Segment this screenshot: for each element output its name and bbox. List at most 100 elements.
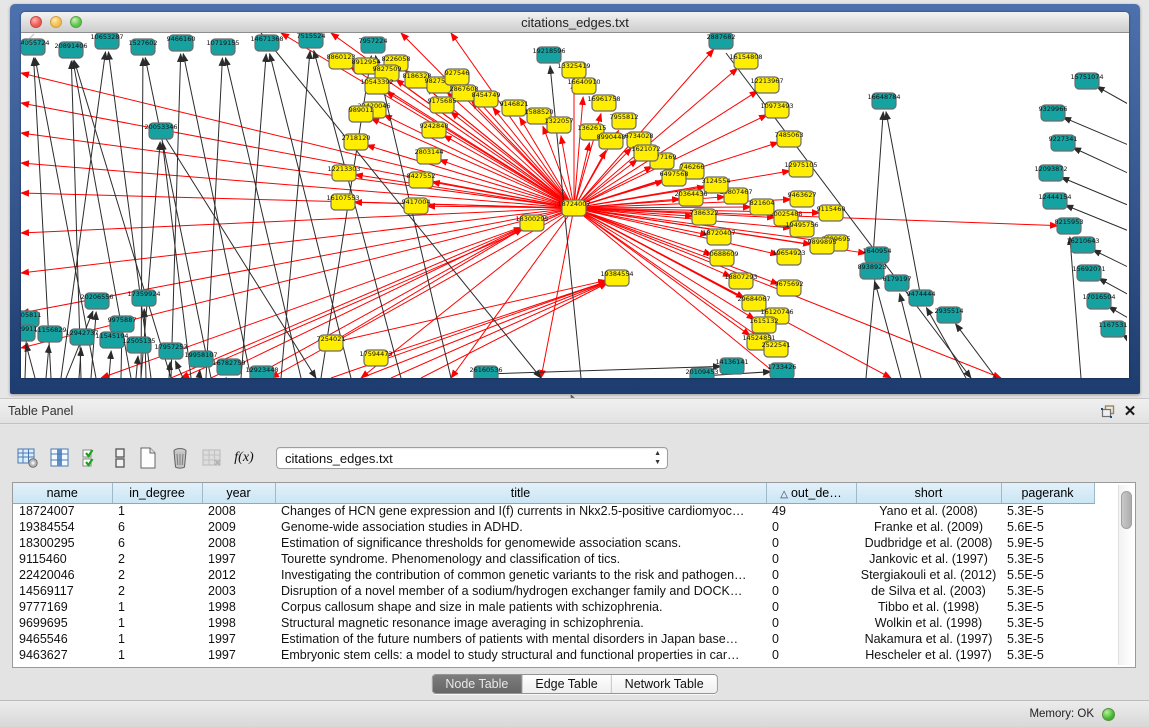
table-scrollbar[interactable] xyxy=(1118,485,1133,665)
graph-node[interactable]: 1615132 xyxy=(750,317,779,333)
graph-node[interactable]: 12505135 xyxy=(122,337,155,353)
graph-edge[interactable] xyxy=(171,54,181,378)
graph-node[interactable]: 1322057 xyxy=(545,117,574,133)
graph-node[interactable]: 1733426 xyxy=(768,363,797,378)
graph-node[interactable]: 20206556 xyxy=(80,293,113,309)
table-row[interactable]: 911546021997Tourette syndrome. Phenomeno… xyxy=(13,551,1094,567)
table-row[interactable]: 1938455462009Genome-wide association stu… xyxy=(13,519,1094,535)
graph-node[interactable]: 3919911 xyxy=(21,325,37,341)
graph-edge[interactable] xyxy=(206,58,222,378)
graph-node[interactable]: 7957224 xyxy=(359,37,388,53)
column-header-title[interactable]: title xyxy=(275,483,766,503)
graph-node[interactable]: 9975887 xyxy=(108,316,137,332)
citation-graph[interactable]: 1872400714055724208914061065328715276029… xyxy=(21,33,1127,378)
table-mode-button[interactable] xyxy=(110,445,130,471)
graph-node[interactable]: 16648784 xyxy=(867,93,900,109)
graph-node[interactable]: 12975105 xyxy=(784,161,817,177)
graph-node[interactable]: 20891406 xyxy=(54,42,87,58)
graph-node[interactable]: 12213967 xyxy=(750,77,783,93)
graph-node[interactable]: 18720407 xyxy=(702,229,735,245)
graph-node[interactable]: 989011 xyxy=(349,106,374,122)
graph-node[interactable]: 16782759 xyxy=(212,359,245,375)
table-options-button[interactable] xyxy=(14,445,42,471)
graph-edge[interactable] xyxy=(886,112,921,298)
graph-node[interactable]: 2803144 xyxy=(415,148,444,164)
graph-node[interactable]: 7254021 xyxy=(317,335,346,351)
graph-edge[interactable] xyxy=(331,280,606,343)
graph-node[interactable]: 8454749 xyxy=(472,91,501,107)
graph-edge[interactable] xyxy=(1073,148,1127,193)
float-panel-icon[interactable] xyxy=(1097,401,1119,421)
graph-node[interactable]: 16210643 xyxy=(1066,237,1099,253)
graph-node[interactable]: 10973493 xyxy=(760,102,793,118)
graph-node[interactable]: 7485063 xyxy=(775,131,804,147)
graph-node[interactable]: 10543392 xyxy=(360,78,393,94)
column-header-pagerank[interactable]: pagerank xyxy=(1001,483,1094,503)
graph-node[interactable]: 1167531 xyxy=(1099,321,1127,337)
delete-column-button[interactable] xyxy=(166,445,194,471)
graph-edge[interactable] xyxy=(183,54,251,378)
graph-node[interactable]: 6497568 xyxy=(660,170,689,186)
graph-edge[interactable] xyxy=(866,266,876,378)
network-canvas[interactable]: 1872400714055724208914061065328715276029… xyxy=(21,33,1129,378)
table-row[interactable]: 1830029562008Estimation of significance … xyxy=(13,535,1094,551)
graph-node[interactable]: 6179197 xyxy=(883,275,912,291)
graph-node[interactable]: 9175685 xyxy=(428,97,457,113)
graph-node[interactable]: 12213303 xyxy=(327,165,360,181)
graph-edge[interactable] xyxy=(171,227,522,378)
graph-node[interactable]: 9463627 xyxy=(788,191,817,207)
tab-node-table[interactable]: Node Table xyxy=(432,675,522,693)
graph-node[interactable]: 9466160 xyxy=(167,35,196,51)
graph-node[interactable]: 15751074 xyxy=(1070,73,1103,89)
graph-node[interactable]: 10653287 xyxy=(90,33,123,49)
function-builder-button[interactable]: f(x) xyxy=(230,445,258,471)
graph-node[interactable]: 20364436 xyxy=(674,190,707,206)
graph-edge[interactable] xyxy=(314,51,401,378)
graph-node[interactable]: 19654923 xyxy=(772,249,805,265)
graph-node[interactable]: 18300295 xyxy=(515,215,548,231)
graph-node[interactable]: 18724007 xyxy=(557,200,590,216)
minimize-window-button[interactable] xyxy=(50,16,62,28)
graph-node[interactable]: 17016504 xyxy=(1082,293,1115,309)
graph-edge[interactable] xyxy=(541,208,574,378)
create-column-button[interactable] xyxy=(134,445,162,471)
graph-node[interactable]: 7386322 xyxy=(690,209,719,225)
graph-node[interactable]: 927546 xyxy=(445,69,470,85)
table-row[interactable]: 946362711997Embryonic stem cells: a mode… xyxy=(13,647,1094,663)
graph-node[interactable]: 2718120 xyxy=(342,134,371,150)
graph-node[interactable]: 14136141 xyxy=(715,358,748,374)
graph-edge[interactable] xyxy=(26,344,35,378)
select-rows-button[interactable] xyxy=(78,445,106,471)
tab-edge-table[interactable]: Edge Table xyxy=(522,675,611,693)
graph-node[interactable]: 7515524 xyxy=(297,33,326,48)
graph-node[interactable]: 15692071 xyxy=(1072,265,1105,281)
graph-node[interactable]: 17359924 xyxy=(127,290,160,306)
column-header-in_degree[interactable]: in_degree xyxy=(112,483,202,503)
table-row[interactable]: 2242004622012Investigating the contribut… xyxy=(13,567,1094,583)
column-header-name[interactable]: name xyxy=(13,483,112,503)
graph-edge[interactable] xyxy=(361,282,607,378)
graph-node[interactable]: 11156829 xyxy=(33,326,66,342)
graph-node[interactable]: 9417004 xyxy=(402,198,431,214)
graph-node[interactable]: 18807293 xyxy=(724,273,757,289)
graph-node[interactable]: 19218596 xyxy=(532,47,565,63)
graph-edge[interactable] xyxy=(376,281,607,358)
scrollbar-thumb[interactable] xyxy=(1121,491,1132,529)
graph-edge[interactable] xyxy=(391,282,607,378)
table-row[interactable]: 946554611997Estimation of the future num… xyxy=(13,631,1094,647)
graph-node[interactable]: 14671368 xyxy=(250,35,283,51)
column-header-short[interactable]: short xyxy=(856,483,1001,503)
graph-node[interactable]: 8990448 xyxy=(597,133,626,149)
graph-edge[interactable] xyxy=(1097,86,1127,128)
graph-node[interactable]: 8427552 xyxy=(407,172,436,188)
tab-network-table[interactable]: Network Table xyxy=(612,675,717,693)
graph-node[interactable]: 2887682 xyxy=(707,33,736,49)
import-table-button[interactable] xyxy=(198,445,226,471)
zoom-window-button[interactable] xyxy=(70,16,82,28)
network-titlebar[interactable]: citations_edges.txt xyxy=(21,12,1129,33)
show-columns-button[interactable] xyxy=(46,445,74,471)
table-row[interactable]: 1456911722003Disruption of a novel membe… xyxy=(13,583,1094,599)
graph-node[interactable]: 12923448 xyxy=(245,366,278,378)
graph-node[interactable]: 20053346 xyxy=(144,123,177,139)
graph-node[interactable]: 8215953 xyxy=(1055,218,1084,234)
